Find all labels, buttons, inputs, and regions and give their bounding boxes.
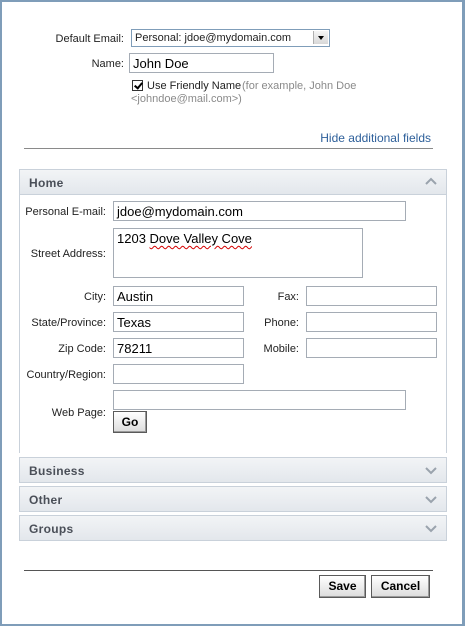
zip-code-label: Zip Code: xyxy=(58,343,106,355)
phone-label: Phone: xyxy=(264,317,299,329)
use-friendly-name-checkbox[interactable] xyxy=(132,80,143,91)
street-number-text: 1203 xyxy=(117,231,150,246)
web-page-input[interactable] xyxy=(113,390,406,410)
section-home-title: Home xyxy=(29,176,64,190)
top-divider xyxy=(24,148,433,149)
zip-code-input[interactable]: 78211 xyxy=(113,338,244,358)
personal-email-input[interactable]: jdoe@mydomain.com xyxy=(113,201,406,221)
section-business-header[interactable]: Business xyxy=(19,457,447,483)
go-button[interactable]: Go xyxy=(113,411,147,433)
mobile-label: Mobile: xyxy=(263,343,299,355)
street-address-input[interactable]: 1203 Dove Valley Cove xyxy=(113,228,363,278)
phone-input[interactable] xyxy=(306,312,437,332)
chevron-up-icon[interactable] xyxy=(425,177,437,187)
section-groups-header[interactable]: Groups xyxy=(19,515,447,541)
chevron-down-icon[interactable] xyxy=(425,494,437,504)
section-other-header[interactable]: Other xyxy=(19,486,447,512)
default-email-label: Default Email: xyxy=(55,33,124,45)
section-groups-title: Groups xyxy=(29,522,74,536)
footer-divider xyxy=(24,570,433,571)
section-business-title: Business xyxy=(29,464,85,478)
city-label: City: xyxy=(84,291,106,303)
name-input[interactable]: John Doe xyxy=(129,53,274,73)
street-address-label: Street Address: xyxy=(30,248,106,260)
state-province-input[interactable]: Texas xyxy=(113,312,244,332)
web-page-label: Web Page: xyxy=(51,407,106,419)
chevron-down-icon[interactable] xyxy=(425,465,437,475)
fax-label: Fax: xyxy=(277,291,299,303)
friendly-name-hint-line2: <johndoe@mail.com>) xyxy=(131,93,242,105)
fax-input[interactable] xyxy=(306,286,437,306)
cancel-button[interactable]: Cancel xyxy=(371,575,430,598)
country-region-input[interactable] xyxy=(113,364,244,384)
section-home-header[interactable]: Home xyxy=(19,169,447,195)
default-email-select[interactable]: Personal: jdoe@mydomain.com xyxy=(131,29,330,47)
street-name-text: Dove Valley Cove xyxy=(149,231,252,246)
hide-additional-fields-link[interactable]: Hide additional fields xyxy=(320,131,431,145)
personal-email-label: Personal E-mail: xyxy=(25,206,106,218)
save-button[interactable]: Save xyxy=(319,575,366,598)
friendly-name-hint-line1: (for example, John Doe xyxy=(242,80,357,92)
use-friendly-name-label: Use Friendly Name xyxy=(147,80,242,92)
state-province-label: State/Province: xyxy=(31,317,106,329)
section-other-title: Other xyxy=(29,493,63,507)
chevron-down-icon[interactable] xyxy=(313,31,328,44)
country-region-label: Country/Region: xyxy=(26,369,107,381)
city-input[interactable]: Austin xyxy=(113,286,244,306)
name-label: Name: xyxy=(91,58,124,70)
chevron-down-icon[interactable] xyxy=(425,523,437,533)
default-email-value: Personal: jdoe@mydomain.com xyxy=(135,32,292,44)
mobile-input[interactable] xyxy=(306,338,437,358)
